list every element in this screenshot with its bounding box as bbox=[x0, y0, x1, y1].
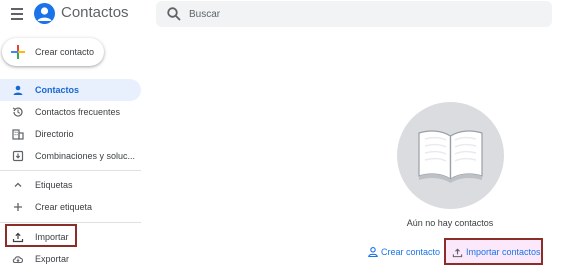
plus-icon bbox=[14, 203, 22, 211]
sidebar-item-contactos[interactable]: Contactos bbox=[0, 79, 141, 101]
import-contacts-button[interactable]: Importar contactos bbox=[444, 238, 543, 265]
import-contacts-label: Importar contactos bbox=[466, 247, 541, 257]
sidebar-item-export[interactable]: Exportar bbox=[0, 248, 141, 270]
search-bar[interactable] bbox=[156, 1, 552, 27]
hamburger-menu-icon[interactable] bbox=[11, 8, 25, 20]
sidebar-divider bbox=[0, 222, 141, 223]
contacts-person-icon bbox=[34, 3, 55, 24]
create-label-text: Crear etiqueta bbox=[35, 202, 93, 212]
chevron-up-icon[interactable] bbox=[12, 179, 24, 191]
sidebar-item-label: Directorio bbox=[35, 129, 74, 139]
app-title: Contactos bbox=[61, 4, 129, 21]
import-highlight-box bbox=[5, 224, 77, 247]
sidebar-item-directory[interactable]: Directorio bbox=[0, 123, 141, 145]
create-contact-button[interactable]: Crear contacto bbox=[2, 38, 104, 66]
sidebar-item-merge[interactable]: Combinaciones y soluc... bbox=[0, 145, 141, 167]
upload-icon bbox=[452, 248, 463, 258]
search-icon[interactable] bbox=[166, 6, 182, 22]
merge-icon bbox=[12, 150, 24, 162]
labels-section-header[interactable]: Etiquetas bbox=[0, 174, 141, 196]
labels-section-title: Etiquetas bbox=[35, 180, 73, 190]
create-label-item[interactable]: Crear etiqueta bbox=[0, 196, 141, 218]
create-contact-link-label: Crear contacto bbox=[381, 247, 441, 257]
sidebar-item-label: Exportar bbox=[35, 254, 70, 264]
sidebar-item-frequent[interactable]: Contactos frecuentes bbox=[0, 101, 141, 123]
open-book-icon bbox=[397, 102, 504, 209]
sidebar-item-label: Contactos bbox=[35, 85, 80, 95]
sidebar-item-label: Contactos frecuentes bbox=[35, 107, 121, 117]
person-add-icon bbox=[368, 247, 378, 258]
history-icon bbox=[12, 107, 23, 117]
search-input[interactable] bbox=[189, 6, 539, 22]
person-icon bbox=[13, 85, 23, 95]
create-contact-link[interactable]: Crear contacto bbox=[367, 244, 442, 262]
colorful-plus-icon bbox=[11, 45, 25, 59]
create-contact-label: Crear contacto bbox=[35, 47, 95, 57]
sidebar-item-label: Combinaciones y soluc... bbox=[35, 151, 136, 161]
empty-state-text: Aún no hay contactos bbox=[406, 218, 494, 228]
sidebar-divider bbox=[0, 170, 141, 171]
directory-icon bbox=[12, 129, 24, 140]
cloud-download-icon bbox=[12, 256, 24, 264]
